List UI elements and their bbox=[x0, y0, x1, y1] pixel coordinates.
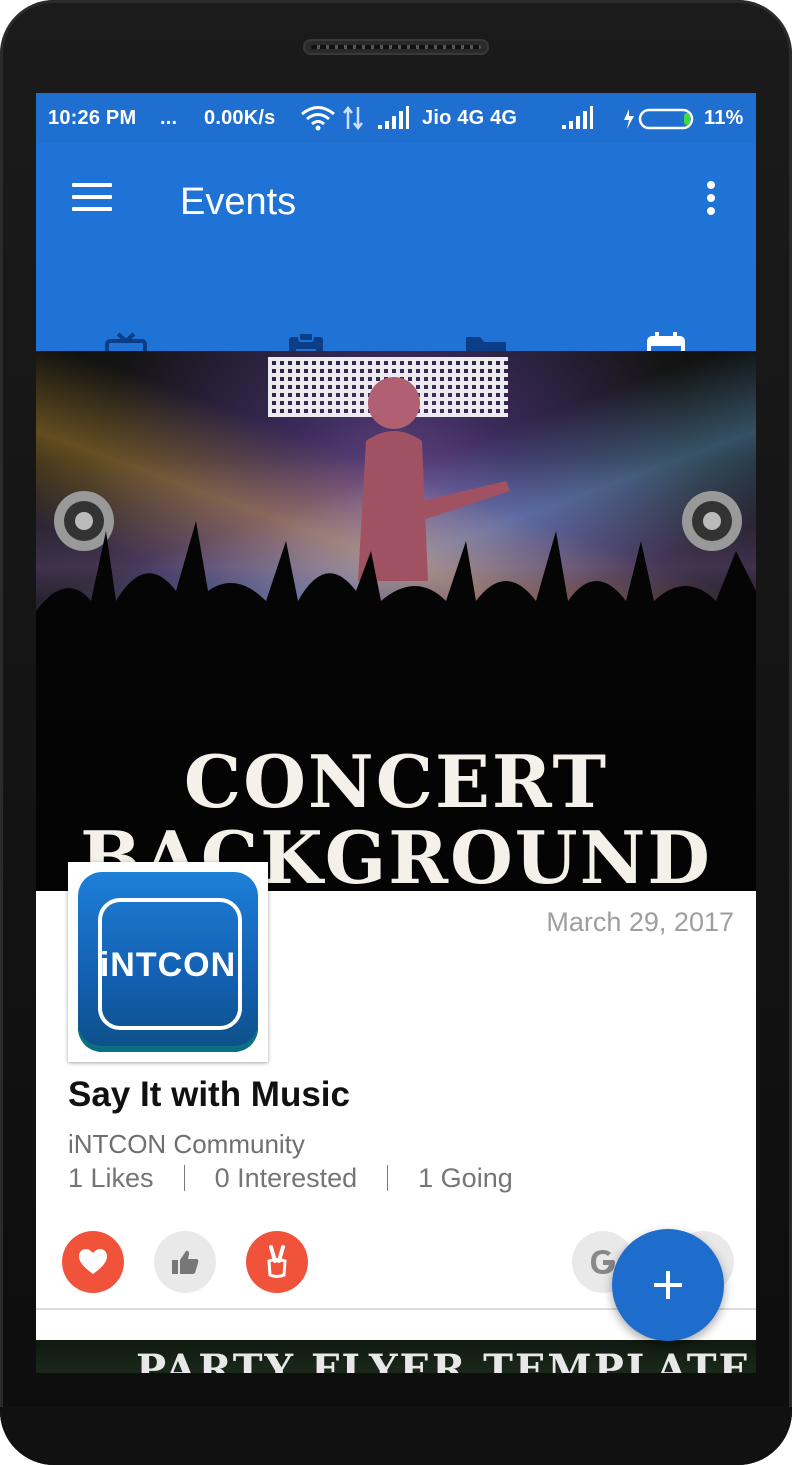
peace-button[interactable] bbox=[246, 1231, 308, 1293]
event-organizer[interactable]: iNTCON Community bbox=[68, 1129, 305, 1160]
status-bar: 10:26 PM ... 0.00K/s Jio 4G 4G 11% bbox=[36, 93, 756, 143]
stats-divider bbox=[183, 1165, 185, 1191]
wifi-icon bbox=[301, 106, 335, 131]
event-title[interactable]: Say It with Music bbox=[68, 1075, 350, 1115]
phone-frame: 10:26 PM ... 0.00K/s Jio 4G 4G 11% Event… bbox=[0, 0, 792, 1465]
status-speed: 0.00K/s bbox=[204, 107, 276, 129]
plus-icon bbox=[654, 1271, 682, 1299]
organizer-logo[interactable]: iNTCON bbox=[68, 862, 268, 1062]
going-count: 1 Going bbox=[418, 1163, 513, 1193]
status-battery: 11% bbox=[704, 107, 744, 129]
event-stats: 1 Likes 0 Interested 1 Going bbox=[68, 1163, 513, 1194]
hamburger-menu-icon[interactable] bbox=[72, 183, 112, 213]
thumbs-up-icon bbox=[172, 1250, 199, 1274]
logo-text: iNTCON bbox=[99, 946, 237, 984]
event-date: March 29, 2017 bbox=[546, 907, 734, 937]
data-transfer-icon bbox=[343, 105, 363, 131]
cover-text-line1: CONCERT bbox=[183, 739, 609, 824]
next-cover-text: PARTY FLYER TEMPLATE bbox=[136, 1346, 751, 1373]
like-button[interactable] bbox=[154, 1231, 216, 1293]
status-dots: ... bbox=[160, 107, 178, 129]
battery-icon bbox=[624, 108, 694, 130]
stats-divider bbox=[387, 1165, 389, 1191]
event-cover-image[interactable]: CONCERT BACKGROUND bbox=[36, 351, 756, 891]
next-event-cover[interactable]: PARTY FLYER TEMPLATE bbox=[36, 1340, 756, 1373]
status-carrier: Jio 4G 4G bbox=[422, 107, 518, 129]
page-title: Events bbox=[180, 181, 297, 223]
add-event-fab[interactable] bbox=[612, 1229, 724, 1341]
app-toolbar: Events bbox=[36, 143, 756, 401]
peace-hand-icon bbox=[267, 1245, 287, 1278]
more-vertical-icon[interactable] bbox=[704, 181, 718, 219]
screen: 10:26 PM ... 0.00K/s Jio 4G 4G 11% Event… bbox=[36, 93, 756, 1373]
status-time: 10:26 PM bbox=[48, 107, 137, 129]
likes-count: 1 Likes bbox=[68, 1163, 154, 1193]
interested-count: 0 Interested bbox=[214, 1163, 358, 1193]
love-button[interactable] bbox=[62, 1231, 124, 1293]
signal-icon bbox=[378, 106, 409, 129]
signal-icon-2 bbox=[562, 106, 593, 129]
heart-icon bbox=[79, 1249, 107, 1274]
speaker-grille bbox=[303, 39, 489, 55]
phone-bottom-bezel bbox=[0, 1407, 792, 1465]
